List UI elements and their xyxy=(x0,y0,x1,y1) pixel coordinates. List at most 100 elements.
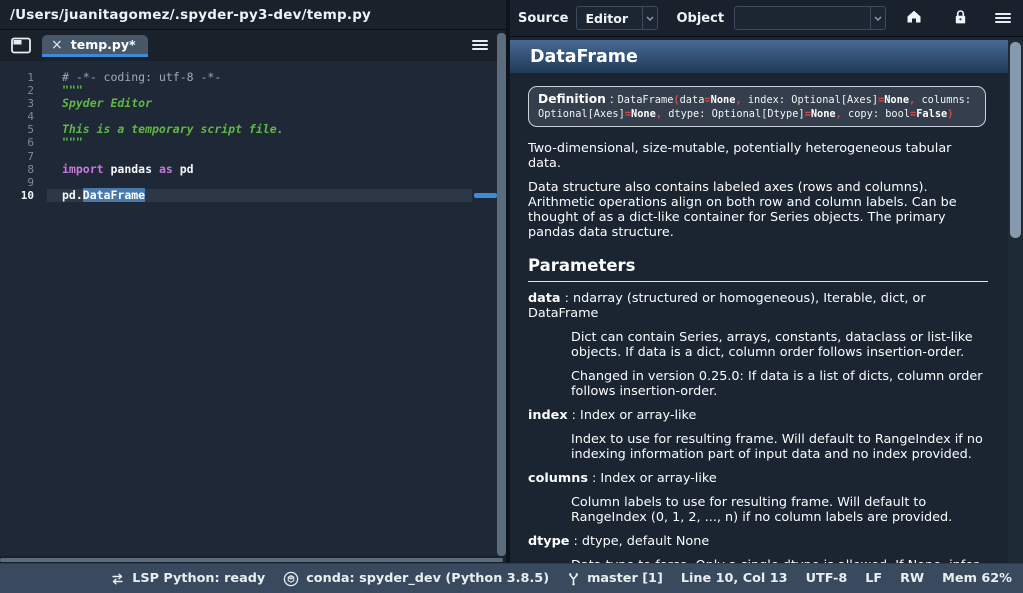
code-editor[interactable]: 1 # -*- coding: utf-8 -*- 2 """ 3 Spyder Edit… xyxy=(0,61,506,556)
conda-env-text: conda: spyder_dev (Python 3.8.5) xyxy=(306,571,549,586)
parameters-heading: Parameters xyxy=(528,256,988,282)
definition-token: ) xyxy=(947,108,953,120)
code-line-10[interactable]: 10pd.DataFrame xyxy=(0,189,506,202)
code-token-string: """ xyxy=(62,83,83,97)
parameter-type: dtype, default None xyxy=(582,534,709,549)
parameter-description: Index to use for resulting frame. Will d… xyxy=(571,432,988,462)
help-summary: Two-dimensional, size-mutable, potential… xyxy=(528,141,988,171)
line-number[interactable]: 3 xyxy=(0,97,47,110)
lsp-status-text: LSP Python: ready xyxy=(132,571,265,586)
memory-text: Mem 62% xyxy=(942,571,1012,586)
code-token-occurrence: DataFrame xyxy=(83,188,145,202)
line-number[interactable]: 6 xyxy=(0,136,47,149)
editor-pane: /Users/juanitagomez/.spyder-py3-dev/temp… xyxy=(0,0,506,563)
code-text: import pandas as pd xyxy=(47,163,472,176)
eol-text: LF xyxy=(865,571,882,586)
code-token-string: """ xyxy=(62,135,83,149)
definition-token: index: Optional[Axes] xyxy=(748,94,878,106)
parameter-data: data : ndarray (structured or homogeneou… xyxy=(528,291,988,321)
line-number[interactable]: 9 xyxy=(0,176,47,189)
parameter-name: index xyxy=(528,408,568,423)
help-object-title: DataFrame xyxy=(510,40,1008,73)
status-lsp[interactable]: LSP Python: ready xyxy=(110,571,265,586)
help-description: Data structure also contains labeled axe… xyxy=(528,180,988,240)
code-token-plain: pd. xyxy=(62,188,83,202)
spyder-window: /Users/juanitagomez/.spyder-py3-dev/temp… xyxy=(0,0,1023,593)
definition-token: , xyxy=(656,108,668,120)
hamburger-menu-icon xyxy=(995,11,1011,25)
parameter-columns: columns : Index or array-like xyxy=(528,471,988,486)
code-text: # -*- coding: utf-8 -*- xyxy=(47,71,472,84)
parameter-separator: : xyxy=(568,408,580,423)
parameter-separator: : xyxy=(569,534,581,549)
parameter-dtype: dtype : dtype, default None xyxy=(528,534,988,549)
parameter-type: Index or array-like xyxy=(580,408,696,423)
home-button[interactable] xyxy=(906,9,922,27)
help-toolbar: Source Editor Object xyxy=(510,0,1023,37)
cursor-position-text: Line 10, Col 13 xyxy=(681,571,788,586)
definition-token: copy: bool xyxy=(848,108,910,120)
parameter-name: columns xyxy=(528,471,588,486)
help-options-menu-button[interactable] xyxy=(995,11,1011,25)
line-number[interactable]: 5 xyxy=(0,123,47,136)
parameter-type: ndarray (structured or homogeneous), Ite… xyxy=(528,291,926,321)
object-combobox[interactable] xyxy=(734,6,886,30)
source-label: Source xyxy=(518,11,568,26)
definition-token: False xyxy=(916,108,947,120)
definition-token: , xyxy=(909,94,921,106)
editor-tab-bar: × temp.py* xyxy=(0,30,506,60)
code-lines: 1 # -*- coding: utf-8 -*- 2 """ 3 Spyder Edit… xyxy=(0,61,506,202)
parameter-description: Column labels to use for resulting frame… xyxy=(571,495,988,525)
git-branch-icon xyxy=(567,571,580,586)
status-conda-env[interactable]: conda: spyder_dev (Python 3.8.5) xyxy=(283,571,549,587)
editor-vertical-scrollbar[interactable] xyxy=(497,33,506,556)
code-line-6[interactable]: 6 """ xyxy=(0,136,506,149)
status-readwrite: RW xyxy=(900,571,924,586)
chevron-down-icon[interactable] xyxy=(870,7,885,29)
line-number[interactable]: 4 xyxy=(0,110,47,123)
code-token-keyword: as xyxy=(159,162,173,176)
code-line-3[interactable]: 3 Spyder Editor xyxy=(0,97,506,110)
browse-tabs-button[interactable] xyxy=(11,37,31,54)
editor-options-menu-button[interactable] xyxy=(472,38,488,55)
code-token-string: Spyder Editor xyxy=(62,96,152,110)
line-number[interactable]: 10 xyxy=(0,189,47,202)
code-line-8[interactable]: 8import pandas as pd xyxy=(0,163,506,176)
chevron-down-icon[interactable] xyxy=(642,7,657,29)
status-git-branch[interactable]: master [1] xyxy=(567,571,663,586)
source-combobox-value: Editor xyxy=(577,11,642,26)
help-content: Definition : DataFrame(data=None, index:… xyxy=(510,73,1008,563)
definition-token: dtype: Optional[Dtype] xyxy=(668,108,804,120)
object-label: Object xyxy=(676,11,724,26)
code-token-plain: pandas xyxy=(104,162,159,176)
status-bar: LSP Python: ready conda: spyder_dev (Pyt… xyxy=(0,563,1023,593)
tab-label: temp.py* xyxy=(71,37,136,52)
tab-temp-py[interactable]: × temp.py* xyxy=(42,35,148,57)
code-text: Spyder Editor xyxy=(47,97,472,110)
line-number[interactable]: 2 xyxy=(0,84,47,97)
definition-token: None xyxy=(811,108,836,120)
parameter-type: Index or array-like xyxy=(600,471,716,486)
definition-token: None xyxy=(711,94,736,106)
definition-token: , xyxy=(836,108,848,120)
definition-token: DataFrame xyxy=(618,94,674,106)
definition-token: , xyxy=(735,94,747,106)
code-text: pd.DataFrame xyxy=(47,189,472,202)
readwrite-text: RW xyxy=(900,571,924,586)
lock-button[interactable] xyxy=(953,9,968,28)
editor-horizontal-scrollbar[interactable] xyxy=(0,558,503,562)
help-scrollbar-thumb[interactable] xyxy=(1010,42,1021,238)
line-number[interactable]: 1 xyxy=(0,71,47,84)
close-icon[interactable]: × xyxy=(51,38,63,52)
help-pane: Source Editor Object xyxy=(510,0,1023,563)
parameters-list: data : ndarray (structured or homogeneou… xyxy=(528,291,988,563)
help-scrollbar-track[interactable] xyxy=(1008,40,1023,563)
line-number[interactable]: 7 xyxy=(0,150,47,163)
status-memory: Mem 62% xyxy=(942,571,1012,586)
line-number[interactable]: 8 xyxy=(0,163,47,176)
parameter-description: Dict can contain Series, arrays, constan… xyxy=(571,330,988,360)
status-eol: LF xyxy=(865,571,882,586)
home-icon xyxy=(906,9,922,27)
source-combobox[interactable]: Editor xyxy=(576,6,658,30)
code-token-comment: # -*- coding: utf-8 -*- xyxy=(62,70,221,84)
